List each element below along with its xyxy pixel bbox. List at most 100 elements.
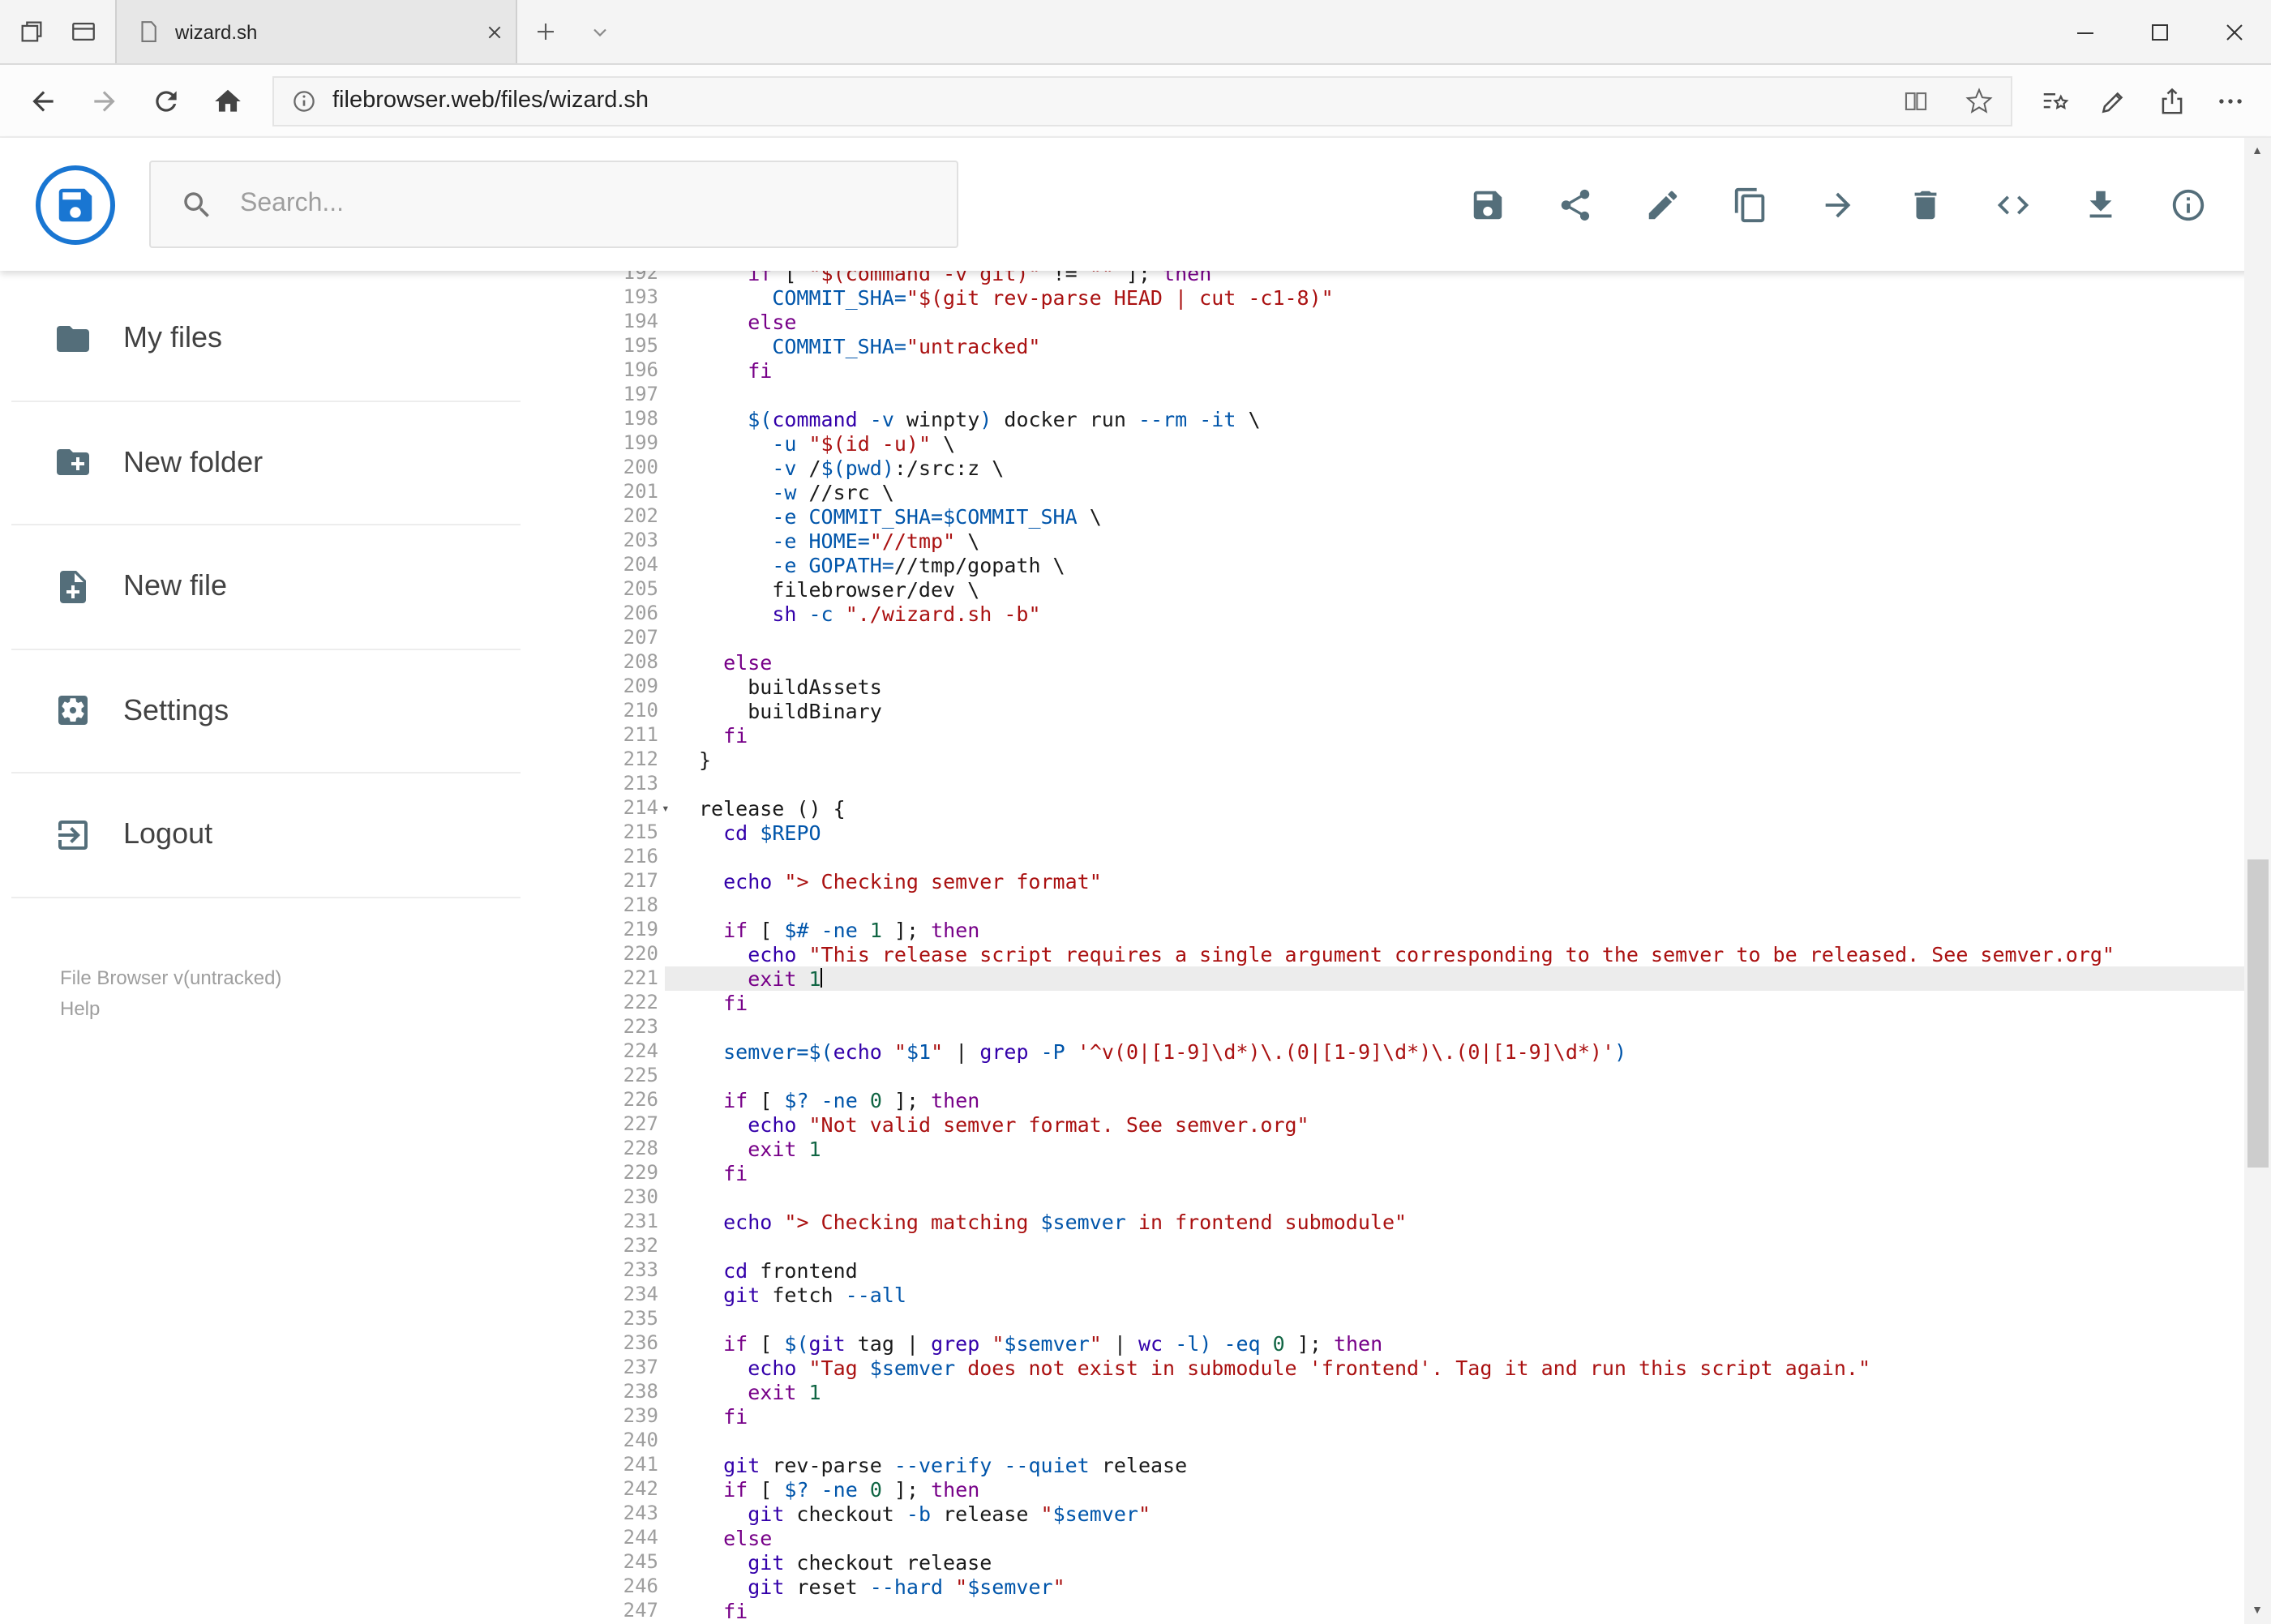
code-line[interactable]: 210 buildBinary: [584, 699, 2243, 723]
web-note-button[interactable]: [2085, 70, 2143, 131]
code-line[interactable]: 211 fi: [584, 723, 2243, 748]
code-editor[interactable]: 192 if [ "$(command -v git)" != "" ]; th…: [584, 271, 2243, 1624]
code-line[interactable]: 232: [584, 1234, 2243, 1258]
code-line[interactable]: 216: [584, 845, 2243, 869]
code-line[interactable]: 207: [584, 626, 2243, 650]
code-line[interactable]: 215 cd $REPO: [584, 821, 2243, 845]
code-line[interactable]: 203 -e HOME="//tmp" \: [584, 529, 2243, 553]
code-line[interactable]: 241 git rev-parse --verify --quiet relea…: [584, 1453, 2243, 1477]
code-line[interactable]: 224 semver=$(echo "$1" | grep -P '^v(0|[…: [584, 1039, 2243, 1064]
code-line[interactable]: 233 cd frontend: [584, 1258, 2243, 1283]
code-line[interactable]: 226 if [ $? -ne 0 ]; then: [584, 1088, 2243, 1112]
edit-button[interactable]: [1643, 186, 1681, 223]
code-button[interactable]: [1994, 186, 2031, 223]
hub-button[interactable]: [2026, 70, 2085, 131]
code-line[interactable]: 213: [584, 772, 2243, 796]
code-line[interactable]: 246 git reset --hard "$semver": [584, 1575, 2243, 1599]
code-line[interactable]: 240: [584, 1429, 2243, 1453]
reading-view-button[interactable]: [1892, 79, 1940, 122]
code-line[interactable]: 231 echo "> Checking matching $semver in…: [584, 1210, 2243, 1234]
code-line[interactable]: 202 -e COMMIT_SHA=$COMMIT_SHA \: [584, 504, 2243, 529]
code-line[interactable]: 206 sh -c "./wizard.sh -b": [584, 602, 2243, 626]
info-button[interactable]: [2169, 186, 2206, 223]
browser-tab[interactable]: wizard.sh: [115, 0, 517, 63]
code-line[interactable]: 243 git checkout -b release "$semver": [584, 1502, 2243, 1526]
page-scrollbar[interactable]: [2243, 138, 2271, 1624]
share-page-button[interactable]: [2143, 70, 2201, 131]
sidebar-item-new-folder[interactable]: New folder: [11, 401, 521, 525]
sidebar-item-my-files[interactable]: My files: [11, 277, 521, 401]
favorite-star-button[interactable]: [1955, 79, 2003, 122]
address-bar[interactable]: filebrowser.web/files/wizard.sh: [272, 75, 2012, 126]
code-line[interactable]: 208 else: [584, 650, 2243, 675]
refresh-button[interactable]: [135, 70, 196, 131]
code-line[interactable]: 219 if [ $# -ne 1 ]; then: [584, 918, 2243, 942]
sidebar-item-settings[interactable]: Settings: [11, 649, 521, 773]
search-input[interactable]: [240, 190, 928, 219]
code-line[interactable]: 238 exit 1: [584, 1380, 2243, 1404]
code-line[interactable]: 194 else: [584, 310, 2243, 334]
download-button[interactable]: [2081, 186, 2119, 223]
copy-button[interactable]: [1731, 186, 1768, 223]
code-line[interactable]: 235: [584, 1307, 2243, 1331]
delete-button[interactable]: [1906, 186, 1943, 223]
code-line[interactable]: 200 -v /$(pwd):/src:z \: [584, 456, 2243, 480]
forward-button[interactable]: [73, 70, 135, 131]
code-line[interactable]: 198 $(command -v winpty) docker run --rm…: [584, 407, 2243, 431]
help-link[interactable]: Help: [60, 995, 584, 1027]
code-line[interactable]: 197: [584, 383, 2243, 407]
code-line[interactable]: 236 if [ $(git tag | grep "$semver" | wc…: [584, 1331, 2243, 1356]
move-button[interactable]: [1819, 186, 1856, 223]
save-button[interactable]: [1468, 186, 1506, 223]
site-info-icon[interactable]: [290, 87, 318, 114]
sidebar-item-logout[interactable]: Logout: [11, 773, 521, 898]
fold-arrow-icon[interactable]: ▾: [662, 798, 670, 819]
code-line[interactable]: 218: [584, 893, 2243, 918]
code-line[interactable]: 192 if [ "$(command -v git)" != "" ]; th…: [584, 271, 2243, 285]
back-button[interactable]: [11, 70, 73, 131]
more-menu-button[interactable]: [2201, 70, 2260, 131]
tab-preview-button[interactable]: [70, 18, 97, 45]
code-line[interactable]: 196 fi: [584, 358, 2243, 383]
code-line[interactable]: 212}: [584, 748, 2243, 772]
code-line[interactable]: 244 else: [584, 1526, 2243, 1550]
code-line[interactable]: 229 fi: [584, 1161, 2243, 1185]
code-line[interactable]: 195 COMMIT_SHA="untracked": [584, 334, 2243, 358]
maximize-button[interactable]: [2122, 0, 2196, 63]
sidebar-item-new-file[interactable]: New file: [11, 525, 521, 649]
code-line[interactable]: 230: [584, 1185, 2243, 1210]
code-line[interactable]: 193 COMMIT_SHA="$(git rev-parse HEAD | c…: [584, 285, 2243, 310]
search-bar[interactable]: [149, 161, 958, 248]
code-line[interactable]: 205 filebrowser/dev \: [584, 577, 2243, 602]
code-line[interactable]: 223: [584, 1015, 2243, 1039]
code-line[interactable]: 214 ▾ release () {: [584, 796, 2243, 821]
home-button[interactable]: [196, 70, 258, 131]
tab-close-button[interactable]: [486, 24, 503, 40]
code-line[interactable]: 225: [584, 1064, 2243, 1088]
code-line[interactable]: 237 echo "Tag $semver does not exist in …: [584, 1356, 2243, 1380]
code-line[interactable]: 239 fi: [584, 1404, 2243, 1429]
code-line[interactable]: 245 git checkout release: [584, 1550, 2243, 1575]
code-line[interactable]: 201 -w //src \: [584, 480, 2243, 504]
code-line[interactable]: 227 echo "Not valid semver format. See s…: [584, 1112, 2243, 1137]
close-window-button[interactable]: [2196, 0, 2271, 63]
scroll-up-button[interactable]: [2243, 138, 2271, 165]
code-line[interactable]: 220 echo "This release script requires a…: [584, 942, 2243, 966]
tab-preview-chevron-button[interactable]: [572, 0, 628, 63]
code-line[interactable]: 221 exit 1: [584, 966, 2243, 991]
new-tab-button[interactable]: [517, 0, 572, 63]
set-tabs-aside-button[interactable]: [18, 18, 45, 45]
code-line[interactable]: 228 exit 1: [584, 1137, 2243, 1161]
scroll-down-button[interactable]: [2243, 1596, 2271, 1624]
code-line[interactable]: 234 git fetch --all: [584, 1283, 2243, 1307]
code-line[interactable]: 242 if [ $? -ne 0 ]; then: [584, 1477, 2243, 1502]
code-line[interactable]: 204 -e GOPATH=//tmp/gopath \: [584, 553, 2243, 577]
code-line[interactable]: 199 -u "$(id -u)" \: [584, 431, 2243, 456]
code-line[interactable]: 209 buildAssets: [584, 675, 2243, 699]
minimize-button[interactable]: [2047, 0, 2122, 63]
share-button[interactable]: [1556, 186, 1593, 223]
code-line[interactable]: 247 fi: [584, 1599, 2243, 1623]
scrollbar-thumb[interactable]: [2247, 859, 2268, 1168]
code-line[interactable]: 222 fi: [584, 991, 2243, 1015]
code-line[interactable]: 217 echo "> Checking semver format": [584, 869, 2243, 893]
